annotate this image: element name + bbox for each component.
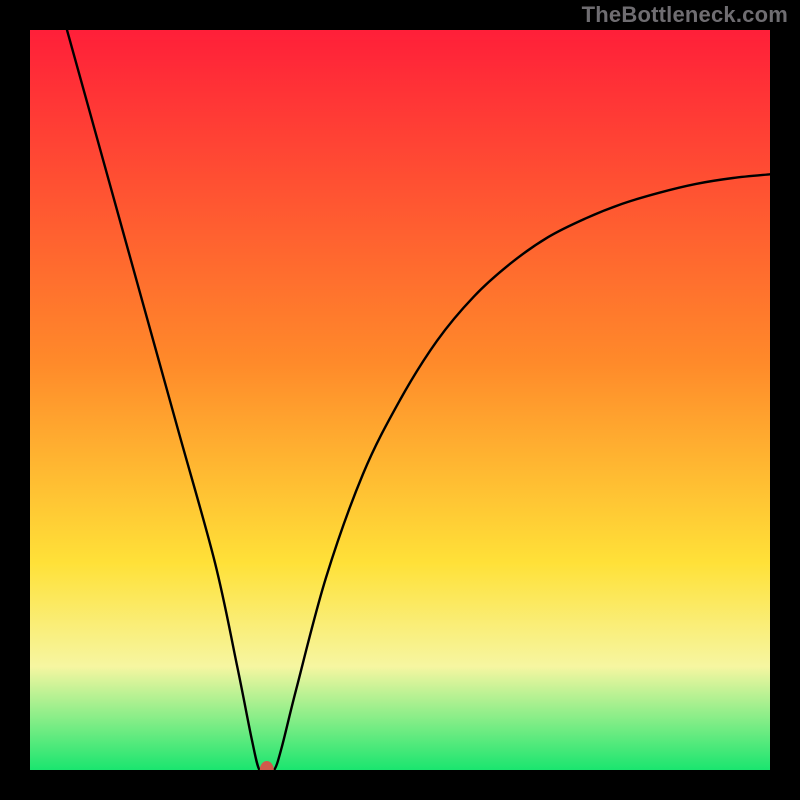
plot-svg bbox=[30, 30, 770, 770]
chart-frame: TheBottleneck.com bbox=[0, 0, 800, 800]
plot-area bbox=[30, 30, 770, 770]
watermark-text: TheBottleneck.com bbox=[582, 2, 788, 28]
